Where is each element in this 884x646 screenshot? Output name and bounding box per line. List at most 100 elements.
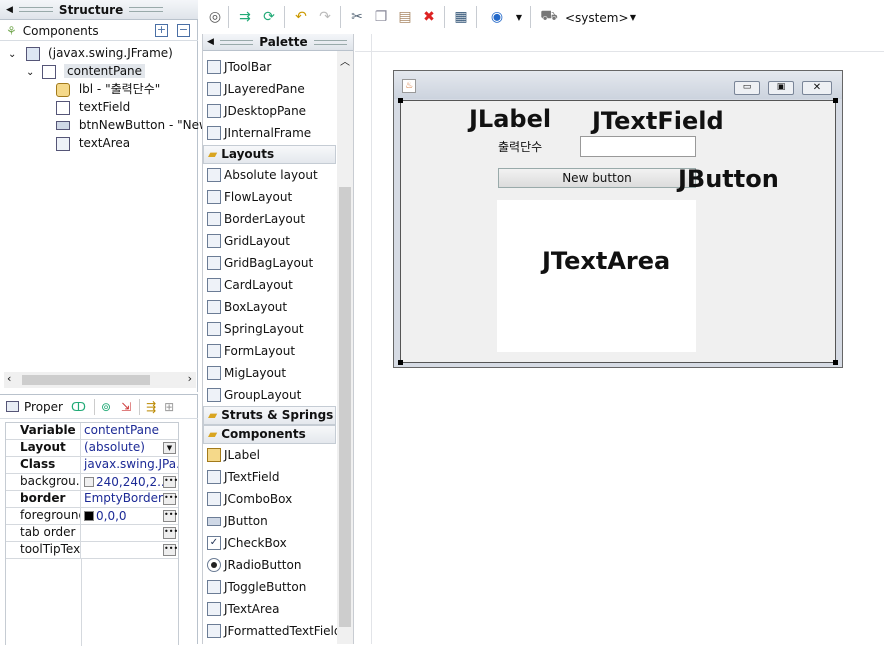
expand-all-icon[interactable]: + bbox=[155, 24, 168, 37]
palette-category-struts[interactable]: ▰ Struts & Springs bbox=[203, 406, 336, 425]
chevron-down-icon[interactable]: ▼ bbox=[624, 8, 642, 26]
palette-vscrollbar[interactable]: ︿ bbox=[337, 51, 353, 644]
palette-item-jtextarea[interactable]: JTextArea bbox=[207, 598, 279, 620]
prop-row-variable[interactable]: Variable contentPane bbox=[6, 423, 178, 440]
minimize-button[interactable]: ▭ bbox=[734, 81, 760, 95]
lbl-output-count[interactable]: 출력단수 bbox=[498, 138, 542, 155]
ellipsis-button[interactable]: ••• bbox=[163, 544, 178, 556]
palette-item-jtogglebutton[interactable]: JToggleButton bbox=[207, 576, 306, 598]
prop-row-tooltip[interactable]: toolTipText ••• bbox=[6, 542, 178, 559]
undo-icon[interactable]: ↶ bbox=[292, 8, 310, 26]
tree-item-button[interactable]: btnNewButton - "New bbox=[56, 116, 209, 134]
palette-item-jdesktoppane[interactable]: JDesktopPane bbox=[207, 100, 306, 122]
palette-item-jlayeredpane[interactable]: JLayeredPane bbox=[207, 78, 305, 100]
prop-value[interactable]: javax.swing.JPa... bbox=[81, 457, 178, 473]
prop-row-border[interactable]: border EmptyBorder ••• bbox=[6, 491, 178, 508]
selection-handle[interactable] bbox=[833, 98, 838, 103]
palette-item-miglayout[interactable]: MigLayout bbox=[207, 362, 286, 384]
tree-item-textfield[interactable]: textField bbox=[56, 98, 130, 116]
palette-item-absolute-layout[interactable]: Absolute layout bbox=[207, 164, 318, 186]
close-button[interactable]: ✕ bbox=[802, 81, 832, 95]
palette-category-layouts[interactable]: ▰ Layouts bbox=[203, 145, 336, 164]
textfield-preview[interactable] bbox=[580, 136, 696, 157]
new-button-preview[interactable]: New button bbox=[498, 168, 696, 188]
palette-item-springlayout[interactable]: SpringLayout bbox=[207, 318, 304, 340]
palette-item-jbutton[interactable]: JButton bbox=[207, 510, 268, 532]
formlayout-icon bbox=[207, 344, 221, 358]
structure-hscrollbar[interactable]: ‹ › bbox=[4, 372, 196, 388]
scroll-right-icon[interactable]: › bbox=[188, 372, 192, 385]
jcombobox-icon bbox=[207, 492, 221, 506]
chevron-down-icon[interactable]: ⌄ bbox=[26, 67, 34, 78]
redo-icon[interactable]: ↷ bbox=[316, 8, 334, 26]
jlabel-icon bbox=[207, 448, 221, 462]
scroll-left-icon[interactable]: ‹ bbox=[7, 372, 11, 385]
convert-icon[interactable]: ⇶ bbox=[146, 400, 156, 414]
scroll-thumb[interactable] bbox=[339, 187, 351, 627]
palette-category-components[interactable]: ▰ Components bbox=[203, 425, 336, 444]
show-events-icon[interactable]: ↀ bbox=[71, 400, 86, 414]
look-and-feel-icon[interactable]: ⛟ bbox=[540, 8, 558, 26]
maximize-button[interactable]: ▣ bbox=[768, 81, 794, 95]
dropdown-arrow-icon[interactable]: ▼ bbox=[163, 442, 176, 454]
collapse-left-icon[interactable]: ◀ bbox=[6, 5, 13, 15]
ellipsis-button[interactable]: ••• bbox=[163, 493, 178, 505]
expand-props-icon[interactable]: ⊞ bbox=[164, 400, 174, 414]
palette-item-jinternalframe[interactable]: JInternalFrame bbox=[207, 122, 311, 144]
test-gui-icon[interactable]: ◎ bbox=[206, 8, 224, 26]
tree-item-textarea[interactable]: textArea bbox=[56, 134, 130, 152]
collapse-left-icon[interactable]: ◀ bbox=[207, 37, 214, 47]
ellipsis-button[interactable]: ••• bbox=[163, 527, 178, 539]
palette-item-borderlayout[interactable]: BorderLayout bbox=[207, 208, 305, 230]
prop-row-class[interactable]: Class javax.swing.JPa... bbox=[6, 457, 178, 474]
cut-icon[interactable]: ✂ bbox=[348, 8, 366, 26]
prop-row-taborder[interactable]: tab order ••• bbox=[6, 525, 178, 542]
palette-item-jcheckbox[interactable]: ✓ JCheckBox bbox=[207, 532, 287, 554]
palette-item-jcombobox[interactable]: JComboBox bbox=[207, 488, 292, 510]
selection-handle[interactable] bbox=[398, 98, 403, 103]
paste-icon[interactable]: ▤ bbox=[396, 8, 414, 26]
palette-item-grouplayout[interactable]: GroupLayout bbox=[207, 384, 301, 406]
source-icon[interactable]: ⇉ bbox=[236, 8, 254, 26]
scroll-thumb[interactable] bbox=[22, 375, 150, 385]
selection-handle[interactable] bbox=[398, 360, 403, 365]
chevron-down-icon[interactable]: ▼ bbox=[510, 8, 528, 26]
copy-icon[interactable]: ❐ bbox=[372, 8, 390, 26]
tree-item-jframe[interactable]: ⌄ (javax.swing.JFrame) bbox=[8, 44, 173, 62]
system-laf-label[interactable]: <system> bbox=[565, 11, 629, 25]
prop-row-layout[interactable]: Layout (absolute) ▼ bbox=[6, 440, 178, 457]
ellipsis-button[interactable]: ••• bbox=[163, 510, 178, 522]
ellipsis-button[interactable]: ••• bbox=[163, 476, 178, 488]
globe-icon[interactable]: ◉ bbox=[488, 8, 506, 26]
palette-item-flowlayout[interactable]: FlowLayout bbox=[207, 186, 292, 208]
tree-item-lbl[interactable]: lbl - "출력단수" bbox=[56, 80, 160, 98]
goto-definition-icon[interactable]: ⊚ bbox=[101, 400, 111, 414]
content-pane[interactable]: JLabel 출력단수 JTextField New button JButto… bbox=[398, 98, 838, 365]
palette-item-formlayout[interactable]: FormLayout bbox=[207, 340, 295, 362]
prop-key: border bbox=[6, 491, 81, 507]
prop-row-background[interactable]: backgrou... 240,240,2... ••• bbox=[6, 474, 178, 491]
palette-item-gridbaglayout[interactable]: GridBagLayout bbox=[207, 252, 313, 274]
palette-item-label: GridLayout bbox=[224, 234, 290, 248]
palette-item-boxlayout[interactable]: BoxLayout bbox=[207, 296, 287, 318]
palette-item-cardlayout[interactable]: CardLayout bbox=[207, 274, 293, 296]
delete-icon[interactable]: ✖ bbox=[420, 8, 438, 26]
tree-item-contentpane[interactable]: ⌄ contentPane bbox=[26, 62, 146, 80]
selection-handle[interactable] bbox=[833, 360, 838, 365]
properties-window-icon[interactable]: ▦ bbox=[452, 8, 470, 26]
add-binding-icon[interactable]: ⇲ bbox=[121, 400, 131, 414]
textarea-preview[interactable] bbox=[497, 200, 696, 352]
collapse-all-icon[interactable]: − bbox=[177, 24, 190, 37]
palette-item-jlabel[interactable]: JLabel bbox=[207, 444, 260, 466]
prop-value[interactable]: contentPane bbox=[81, 423, 178, 439]
prop-row-foreground[interactable]: foreground 0,0,0 ••• bbox=[6, 508, 178, 525]
refresh-icon[interactable]: ⟳ bbox=[260, 8, 278, 26]
palette-item-jformattedtextfield[interactable]: JFormattedTextField bbox=[207, 620, 342, 642]
scroll-up-icon[interactable]: ︿ bbox=[340, 53, 350, 68]
palette-item-jtoolbar[interactable]: JToolBar bbox=[207, 56, 271, 78]
palette-item-gridlayout[interactable]: GridLayout bbox=[207, 230, 290, 252]
palette-item-jtextfield[interactable]: JTextField bbox=[207, 466, 280, 488]
chevron-down-icon[interactable]: ⌄ bbox=[8, 49, 16, 60]
jframe-preview[interactable]: ♨ ▭ ▣ ✕ JLabel 출력단수 JTextField New butto… bbox=[393, 70, 843, 368]
palette-item-jradiobutton[interactable]: JRadioButton bbox=[207, 554, 301, 576]
